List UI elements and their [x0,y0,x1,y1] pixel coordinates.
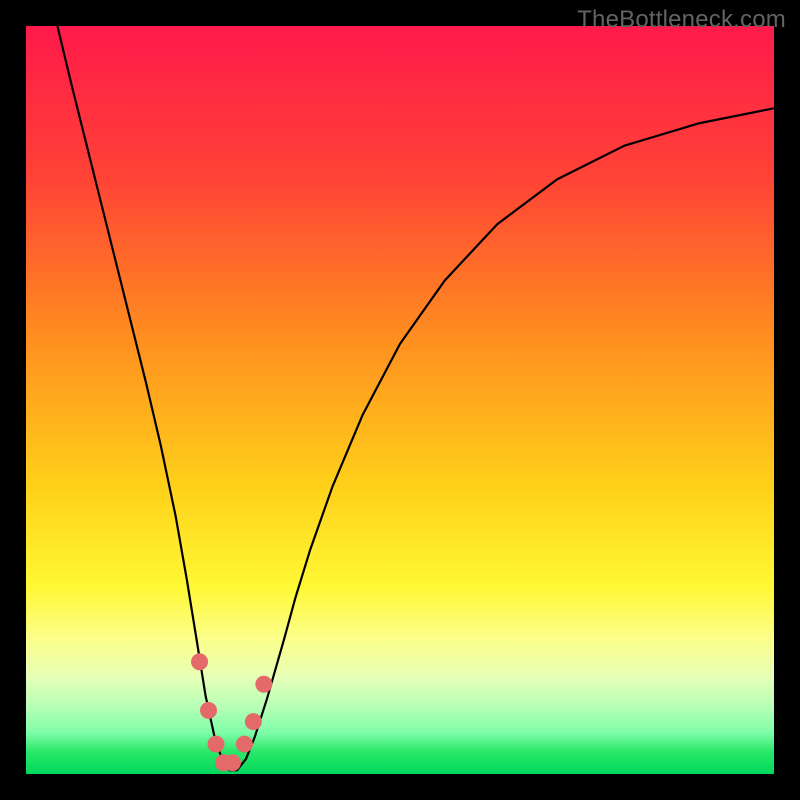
highlight-dot [191,653,208,670]
chart-frame: TheBottleneck.com [0,0,800,800]
plot-area [26,26,774,774]
highlight-dot [255,676,272,693]
chart-svg [26,26,774,774]
highlight-dot [236,736,253,753]
watermark-text: TheBottleneck.com [577,6,786,34]
highlight-dot [224,754,241,771]
highlight-dot [200,702,217,719]
gradient-background [26,26,774,774]
highlight-dot [245,713,262,730]
highlight-dot [207,736,224,753]
